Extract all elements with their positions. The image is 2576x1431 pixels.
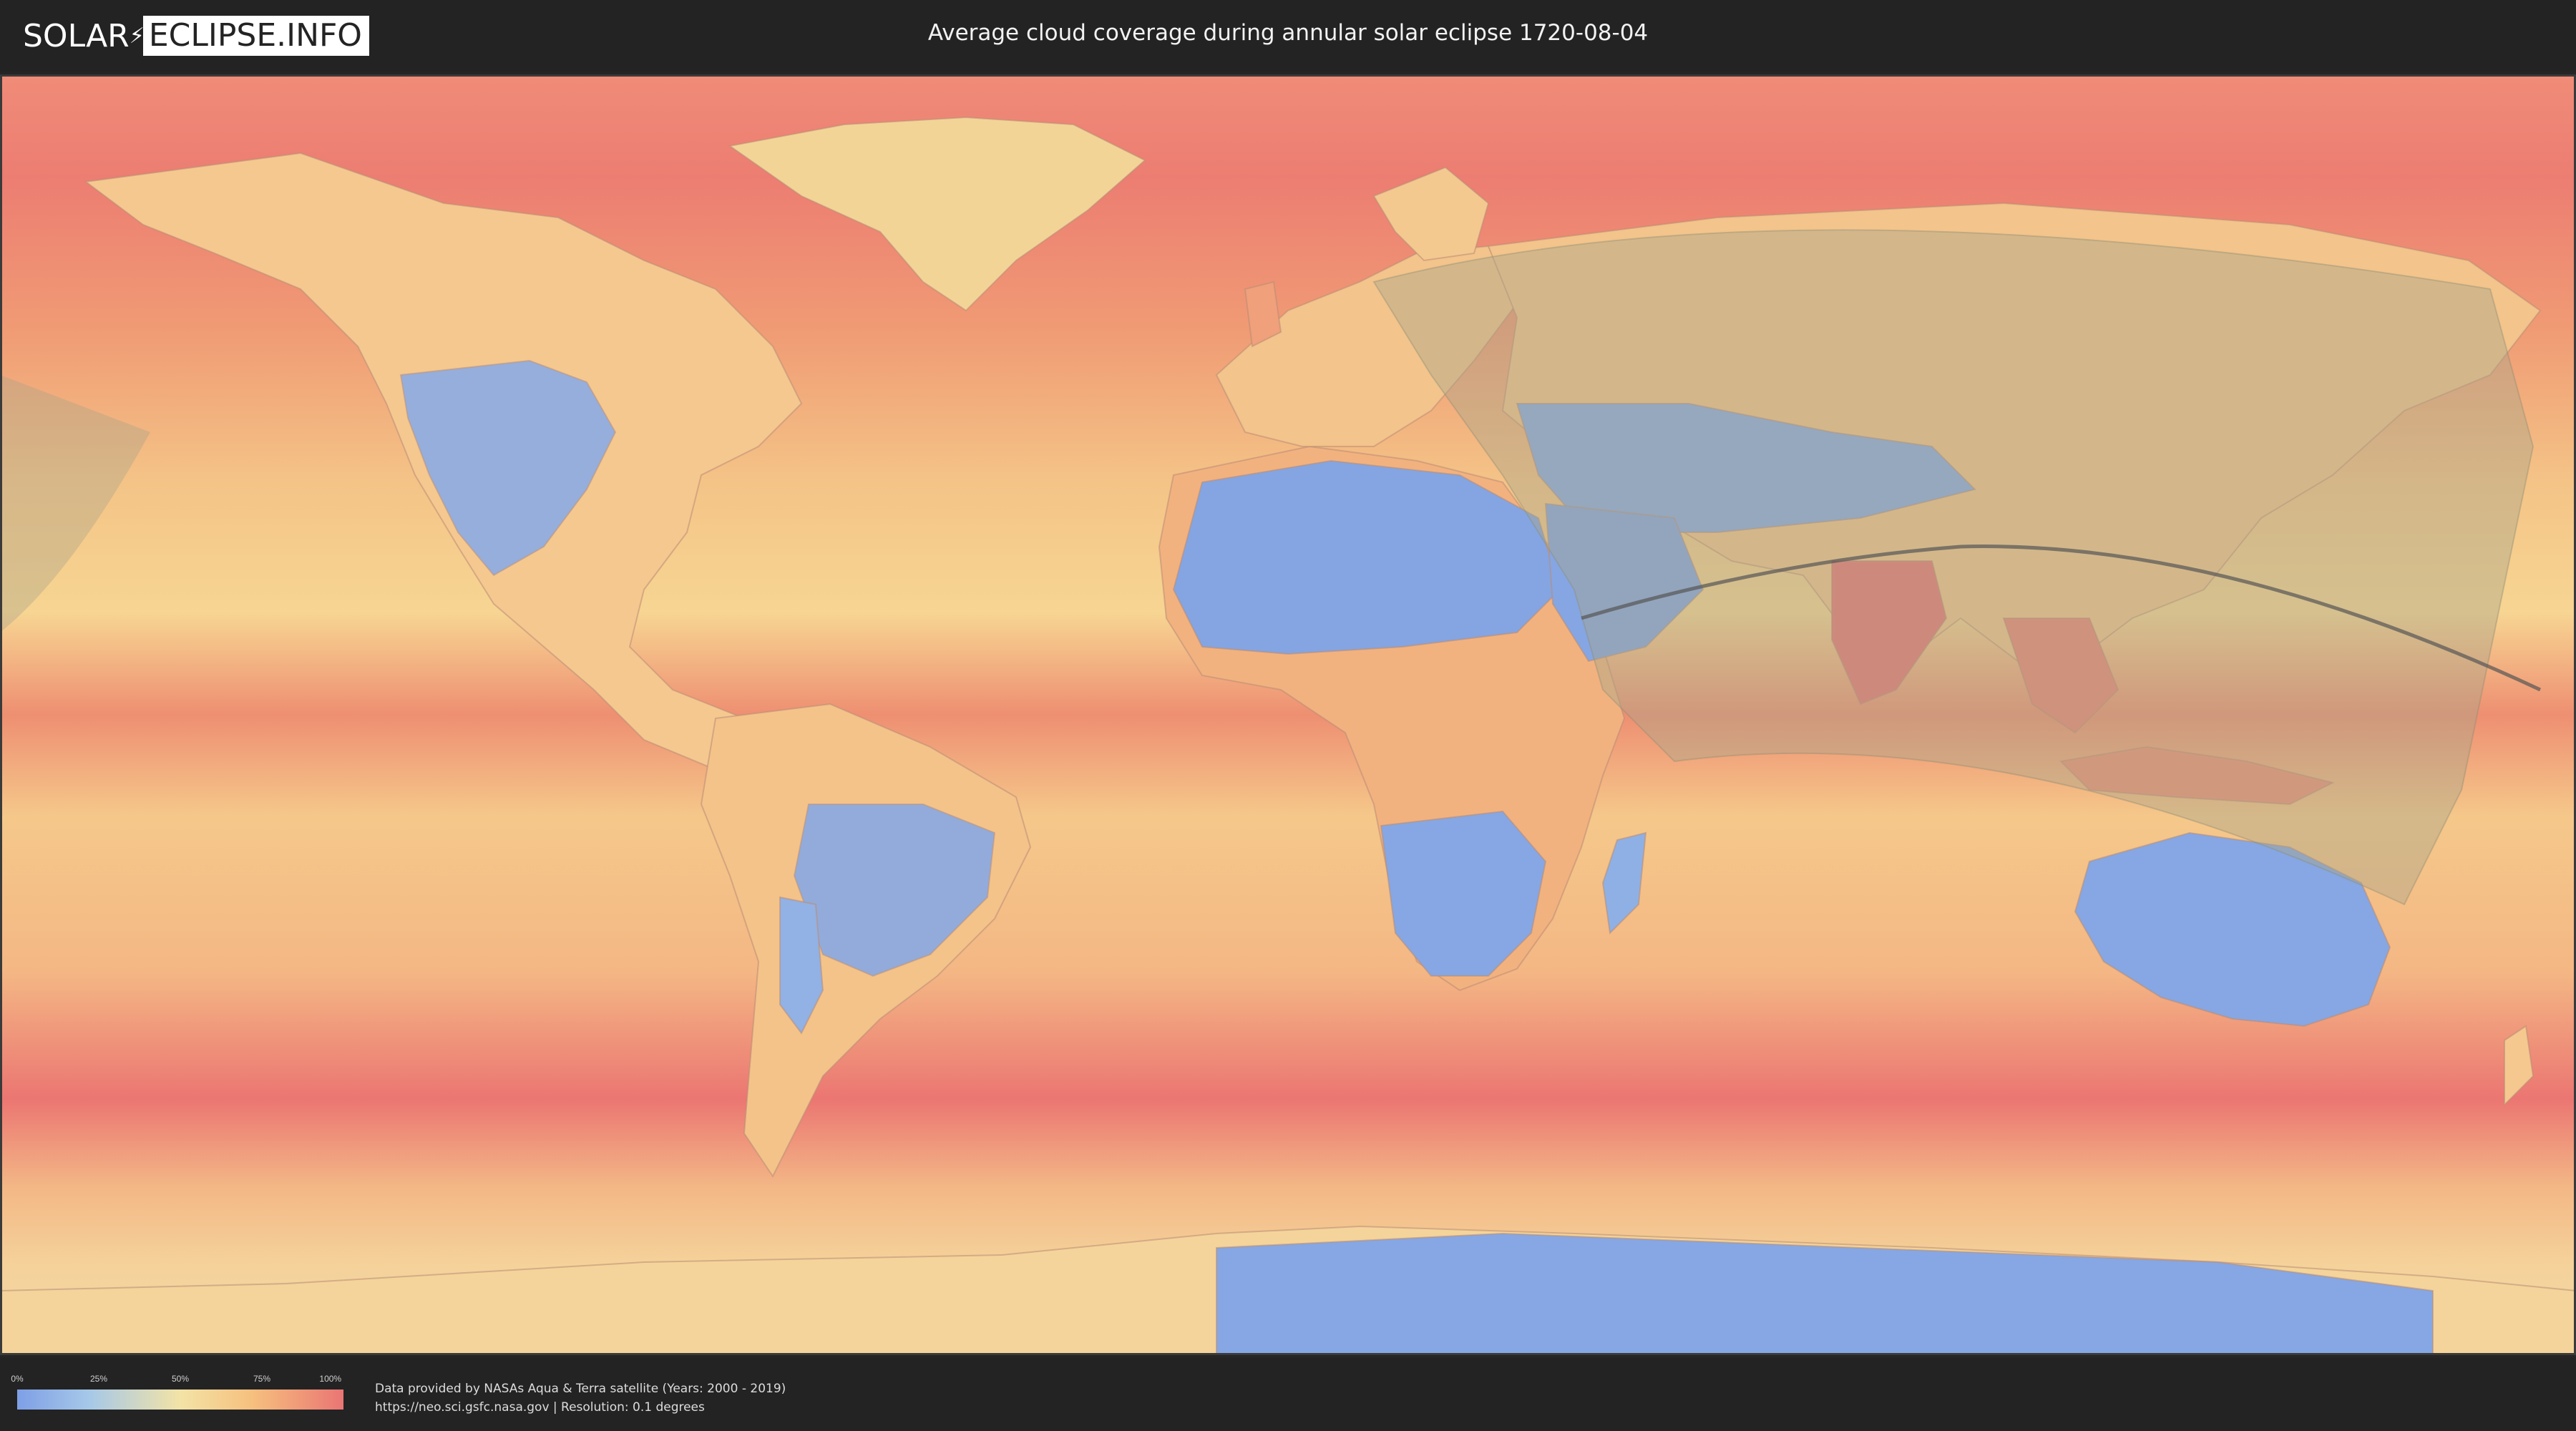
- page-title: Average cloud coverage during annular so…: [927, 20, 1649, 46]
- credits-line-url[interactable]: https://neo.sci.gsfc.nasa.gov | Resoluti…: [375, 1398, 786, 1417]
- footer-bar: 0% 25% 50% 75% 100% Data provided by NAS…: [0, 1358, 2576, 1431]
- data-credits: Data provided by NASAs Aqua & Terra sate…: [375, 1379, 786, 1417]
- legend-color-bar: [17, 1390, 343, 1410]
- legend-ticks: 0% 25% 50% 75% 100%: [11, 1374, 343, 1387]
- legend-tick: 25%: [89, 1374, 108, 1384]
- cloud-coverage-map[interactable]: [0, 74, 2576, 1355]
- legend-tick: 75%: [253, 1374, 271, 1384]
- legend-tick: 50%: [171, 1374, 190, 1384]
- header-bar: SOLAR ⚡ ECLIPSE.INFO Average cloud cover…: [0, 0, 2576, 72]
- credits-line-source: Data provided by NASAs Aqua & Terra sate…: [375, 1382, 786, 1396]
- legend-tick: 0%: [11, 1374, 24, 1384]
- cloud-coverage-legend: 0% 25% 50% 75% 100%: [11, 1374, 343, 1410]
- legend-tick: 100%: [319, 1374, 342, 1384]
